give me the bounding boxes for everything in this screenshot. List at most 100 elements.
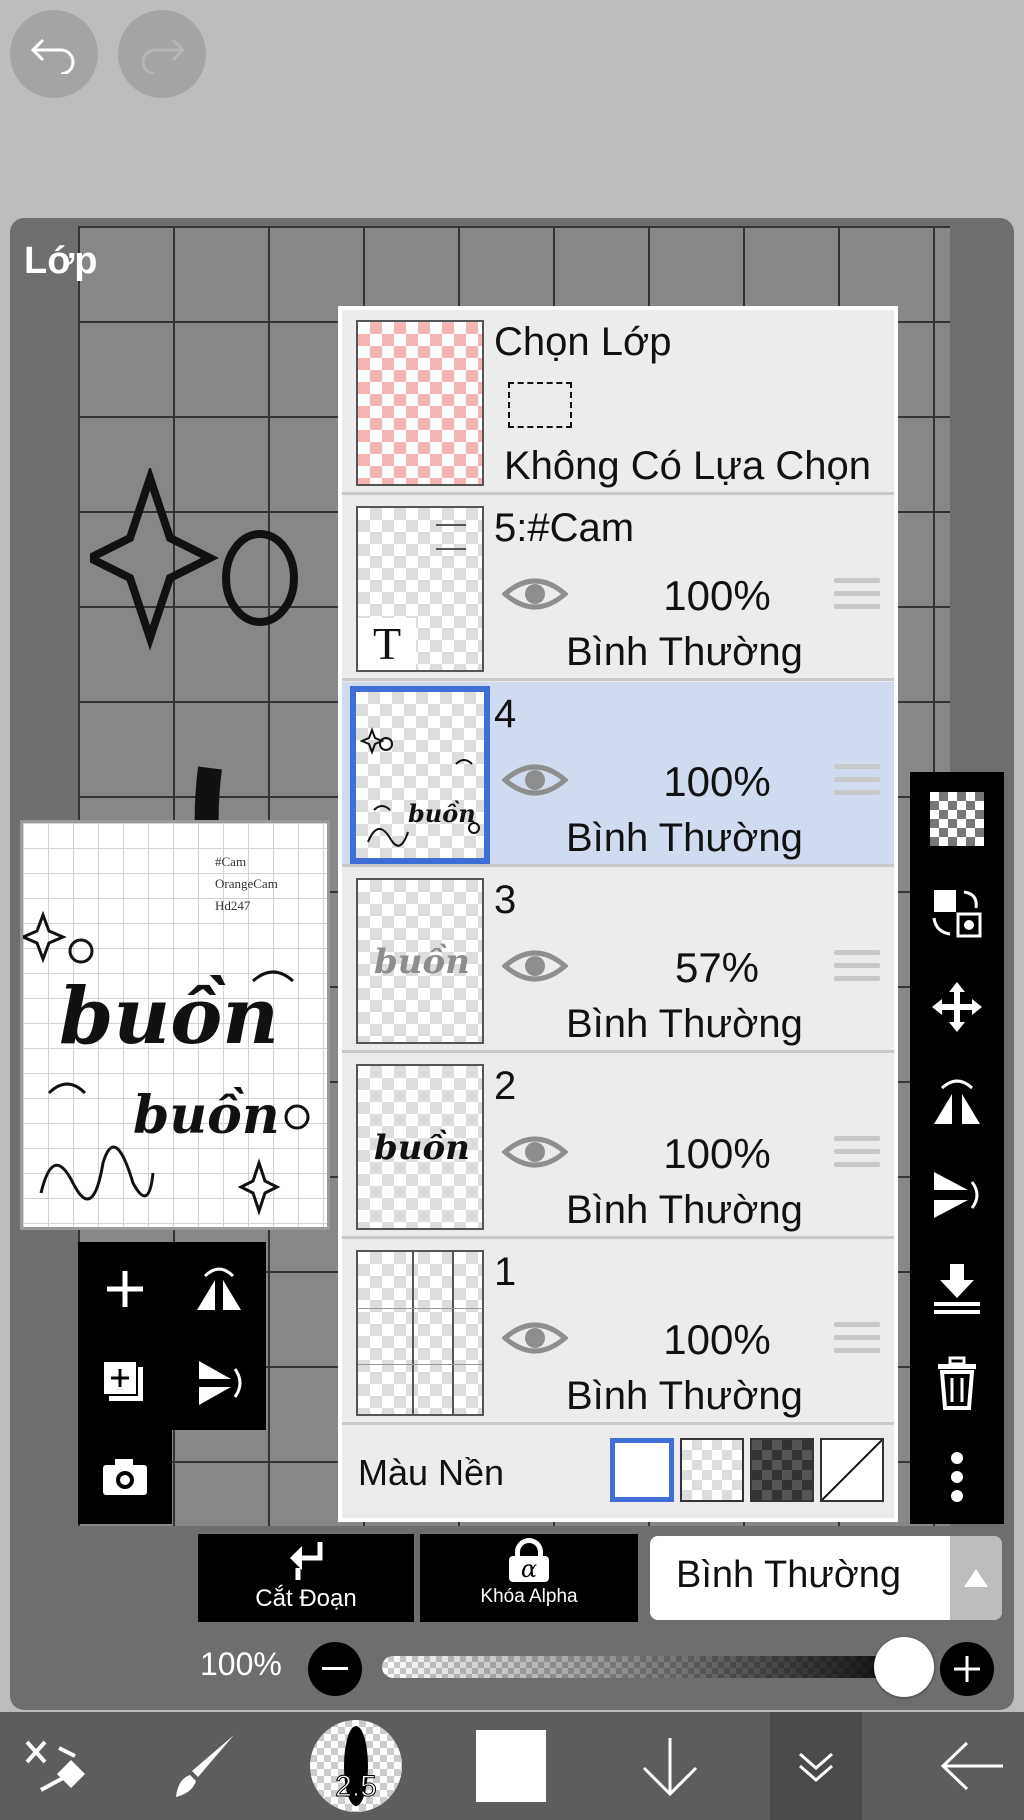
- move-icon: [932, 982, 982, 1032]
- merge-down-icon: [934, 1264, 980, 1314]
- layer-row[interactable]: T 5:#Cam 100% Bình Thường: [342, 496, 894, 681]
- arrow-left-icon: [940, 1741, 1003, 1791]
- text-layer-icon: T: [358, 618, 416, 670]
- thumb-word: buồn: [374, 942, 470, 982]
- undo-button[interactable]: [10, 10, 98, 98]
- thumb-word: buồn: [374, 1128, 470, 1168]
- layer-thumbnail: buồn: [356, 1064, 484, 1230]
- drag-handle[interactable]: [834, 1136, 880, 1175]
- delete-layer-button[interactable]: [910, 1336, 1004, 1430]
- background-color-label: Màu Nền: [358, 1452, 505, 1493]
- preview-word-large: buồn: [59, 971, 279, 1062]
- plus-icon: [954, 1656, 980, 1682]
- clipping-button[interactable]: Cắt Đoạn: [198, 1534, 414, 1622]
- flip-horizontal-icon: [934, 1079, 980, 1124]
- layer-name: 1: [494, 1250, 517, 1294]
- blend-mode-select[interactable]: Bình Thường: [650, 1536, 1002, 1620]
- triangle-up-icon: [964, 1569, 988, 1587]
- bg-none-swatch[interactable]: [820, 1438, 884, 1502]
- layer-thumbnail: T: [356, 506, 484, 672]
- clipping-label: Cắt Đoạn: [255, 1585, 357, 1612]
- preview-art: buồn buồn: [23, 910, 310, 1216]
- layer-row-selected[interactable]: buồn 4 100% Bình Thường: [342, 682, 894, 867]
- alpha-lock-label: Khóa Alpha: [480, 1586, 578, 1607]
- layers-toggle-button[interactable]: [770, 1712, 862, 1820]
- swap-icon: [932, 890, 982, 938]
- flip-horizontal-icon: [197, 1267, 241, 1310]
- layer-blend-mode: Bình Thường: [566, 1002, 803, 1046]
- layer-down-button[interactable]: [620, 1712, 720, 1820]
- merge-down-button[interactable]: [910, 1242, 1004, 1336]
- canvas-preview: #Cam OrangeCam Hd247 buồn buồn: [20, 820, 330, 1230]
- layer-opacity: 100%: [663, 758, 771, 805]
- drag-handle[interactable]: [834, 578, 880, 617]
- opacity-increase-button[interactable]: [940, 1642, 994, 1696]
- plus-icon: [107, 1271, 143, 1307]
- layers-panel: Lớp #Cam OrangeCam Hd247 buồn buồn Chọn …: [10, 218, 1014, 1710]
- visibility-toggle[interactable]: [501, 1132, 569, 1177]
- clip-arrow-icon: [290, 1542, 323, 1580]
- background-color-row: Màu Nền: [342, 1426, 894, 1518]
- duplicate-layer-button[interactable]: [78, 1336, 172, 1430]
- opacity-decrease-button[interactable]: [308, 1642, 362, 1696]
- color-button[interactable]: [466, 1712, 556, 1820]
- layer-blend-mode: Bình Thường: [566, 1374, 803, 1418]
- add-layer-button[interactable]: [78, 1242, 172, 1336]
- more-options-button[interactable]: [910, 1430, 1004, 1524]
- panel-title: Lớp: [24, 240, 98, 282]
- flip-horizontal-button[interactable]: [910, 1054, 1004, 1148]
- redo-icon: [141, 38, 186, 74]
- layer-thumbnail: buồn: [350, 686, 490, 864]
- flip-horizontal-button[interactable]: [172, 1242, 266, 1336]
- visibility-toggle[interactable]: [501, 1318, 569, 1363]
- double-chevron-down-icon: [799, 1752, 833, 1782]
- layer-row[interactable]: buồn 3 57% Bình Thường: [342, 868, 894, 1053]
- selection-status: Không Có Lựa Chọn: [504, 444, 872, 488]
- eye-icon: [501, 1322, 569, 1354]
- transform-eraser-icon: [25, 1740, 85, 1792]
- drag-handle[interactable]: [834, 1322, 880, 1361]
- layer-row[interactable]: buồn 2 100% Bình Thường: [342, 1054, 894, 1239]
- flip-vertical-button[interactable]: [172, 1336, 266, 1430]
- flip-vertical-icon: [934, 1172, 979, 1218]
- brush-size-button[interactable]: 2.5: [306, 1712, 406, 1820]
- visibility-toggle[interactable]: [501, 574, 569, 619]
- camera-button[interactable]: [78, 1430, 172, 1524]
- eye-icon: [501, 578, 569, 610]
- opacity-slider-track[interactable]: [382, 1656, 930, 1678]
- layer-blend-mode: Bình Thường: [566, 816, 803, 860]
- redo-button[interactable]: [118, 10, 206, 98]
- back-button[interactable]: [920, 1712, 1024, 1820]
- undo-icon: [30, 38, 75, 74]
- blend-mode-value: Bình Thường: [676, 1554, 902, 1596]
- layer-blend-mode: Bình Thường: [566, 1188, 803, 1232]
- blend-mode-arrow[interactable]: [950, 1536, 1002, 1620]
- marquee-icon: [508, 382, 572, 428]
- minus-icon: [322, 1667, 348, 1670]
- selection-layer-row[interactable]: Chọn Lớp Không Có Lựa Chọn: [342, 310, 894, 495]
- layer-opacity: 100%: [663, 1316, 771, 1363]
- drag-handle[interactable]: [834, 950, 880, 989]
- brush-tool-button[interactable]: [150, 1712, 260, 1820]
- opacity-slider-thumb[interactable]: [874, 1637, 934, 1697]
- layer-row[interactable]: 1 100% Bình Thường: [342, 1240, 894, 1425]
- transparency-button[interactable]: [910, 772, 1004, 866]
- right-toolbar: [910, 772, 1004, 1524]
- selection-tool-button[interactable]: [0, 1712, 108, 1820]
- visibility-toggle[interactable]: [501, 760, 569, 805]
- visibility-toggle[interactable]: [501, 946, 569, 991]
- layer-name: 3: [494, 878, 517, 922]
- flip-vertical-button[interactable]: [910, 1148, 1004, 1242]
- copy-layer-icon: [102, 1360, 143, 1401]
- color-swatch: [476, 1730, 546, 1802]
- drag-handle[interactable]: [834, 764, 880, 803]
- bg-transparent-dark-swatch[interactable]: [750, 1438, 814, 1502]
- bg-white-swatch[interactable]: [610, 1438, 674, 1502]
- brush-icon: [176, 1735, 234, 1797]
- layer-thumbnail: [356, 1250, 484, 1416]
- move-button[interactable]: [910, 960, 1004, 1054]
- lock-icon: α: [507, 1538, 551, 1582]
- alpha-lock-button[interactable]: α Khóa Alpha: [420, 1534, 638, 1622]
- swap-layer-button[interactable]: [910, 866, 1004, 960]
- bg-transparent-light-swatch[interactable]: [680, 1438, 744, 1502]
